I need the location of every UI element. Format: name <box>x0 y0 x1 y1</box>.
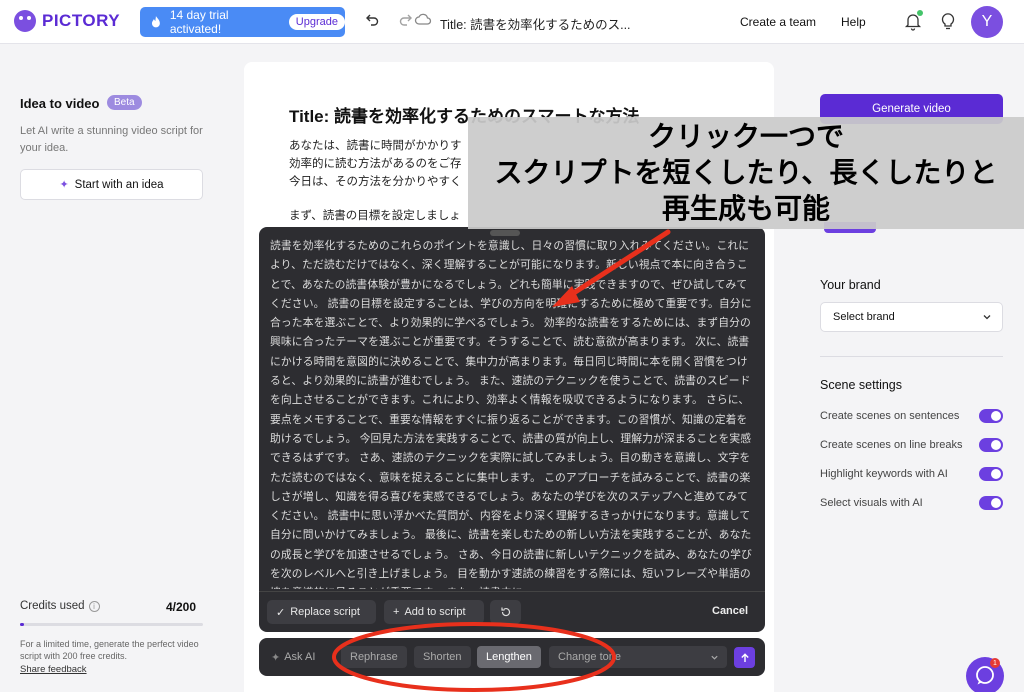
replace-script-button[interactable]: ✓ Replace script <box>267 600 376 624</box>
credits-progress-fill <box>20 623 24 626</box>
lightbulb-icon[interactable] <box>940 11 956 31</box>
annotation-callout: クリック一つで スクリプトを短くしたり、長くしたりと 再生成も可能 <box>468 117 1024 229</box>
sparkle-icon: ✦ <box>271 651 281 664</box>
start-with-idea-button[interactable]: ✦ Start with an idea <box>20 169 203 200</box>
beta-badge: Beta <box>107 95 142 110</box>
sparkle-icon: ✦ <box>59 179 69 191</box>
ask-ai-label: Ask AI <box>284 651 316 663</box>
arrow-up-icon <box>740 652 749 662</box>
undo-icon[interactable] <box>364 12 380 28</box>
divider <box>820 356 1003 357</box>
toggle-row-keywords: Highlight keywords with AI <box>820 465 1003 483</box>
cloud-save-icon <box>414 13 432 25</box>
brand-select-value: Select brand <box>833 311 895 323</box>
generated-script-text: 読書を効率化するためのこれらのポイントを意識し、日々の習慣に取り入れみてください… <box>270 240 752 589</box>
ask-ai-input[interactable]: ✦ Ask AI <box>271 646 315 668</box>
info-icon[interactable]: i <box>88 600 100 612</box>
chevron-down-icon <box>983 315 991 320</box>
toggle-label: Create scenes on sentences <box>820 410 960 422</box>
drag-handle[interactable] <box>490 230 520 236</box>
idea-to-video-title: Idea to video <box>20 96 100 111</box>
rephrase-button[interactable]: Rephrase <box>341 646 407 668</box>
script-paragraph[interactable]: あなたは、読書に時間がかかりす効率的に読む方法があるのをご存今日は、その方法を分… <box>289 137 469 191</box>
octopus-logo-icon <box>14 10 36 32</box>
upgrade-button[interactable]: Upgrade <box>288 14 345 30</box>
notification-dot <box>917 10 923 16</box>
credits-used-label: Credits used i <box>20 600 100 612</box>
ai-result-popup: 読書を効率化するためのこれらのポイントを意識し、日々の習慣に取り入れみてください… <box>259 227 765 632</box>
pictory-logo[interactable]: PICTORY <box>14 10 120 32</box>
scenes-on-sentences-toggle[interactable] <box>979 409 1003 423</box>
ai-action-bar: ✦ Ask AI Rephrase Shorten Lengthen Chang… <box>259 638 765 676</box>
check-icon: ✓ <box>276 606 286 619</box>
share-feedback-link[interactable]: Share feedback <box>20 664 87 675</box>
lengthen-button[interactable]: Lengthen <box>477 646 541 668</box>
highlight-keywords-toggle[interactable] <box>979 467 1003 481</box>
toggle-label: Create scenes on line breaks <box>820 439 963 451</box>
credits-label-text: Credits used <box>20 600 85 612</box>
replace-label: Replace script <box>290 606 360 618</box>
brand-select[interactable]: Select brand <box>820 302 1003 332</box>
toggle-label: Highlight keywords with AI <box>820 468 948 480</box>
send-button[interactable] <box>734 647 755 668</box>
annotation-text: クリック一つで スクリプトを短くしたり、長くしたりと 再生成も可能 <box>468 119 1024 227</box>
create-team-link[interactable]: Create a team <box>740 15 816 29</box>
refresh-icon <box>500 607 510 617</box>
scene-settings-label: Scene settings <box>820 378 902 392</box>
start-button-label: Start with an idea <box>74 178 164 191</box>
shorten-button[interactable]: Shorten <box>414 646 471 668</box>
user-avatar[interactable]: Y <box>971 6 1003 38</box>
fire-icon <box>151 16 160 28</box>
change-tone-select[interactable]: Change tone <box>549 646 727 668</box>
script-paragraph[interactable]: まず、読書の目標を設定しましょ <box>289 207 469 223</box>
chat-badge: 1 <box>990 658 1000 668</box>
trial-banner: 14 day trial activated! Upgrade <box>140 7 345 37</box>
toggle-row-line-breaks: Create scenes on line breaks <box>820 436 1003 454</box>
chevron-down-icon <box>711 655 718 660</box>
top-bar: PICTORY 14 day trial activated! Upgrade … <box>0 0 1024 44</box>
credits-progress-bar <box>20 623 203 626</box>
regenerate-button[interactable] <box>490 600 521 624</box>
cancel-button[interactable]: Cancel <box>712 605 748 617</box>
divider <box>259 591 765 592</box>
annotation-line: スクリプトを短くしたり、長くしたりと <box>494 156 998 189</box>
plus-icon: + <box>393 606 400 618</box>
toggle-row-visuals: Select visuals with AI <box>820 494 1003 512</box>
add-label: Add to script <box>404 606 466 618</box>
add-to-script-button[interactable]: + Add to script <box>384 600 484 624</box>
toggle-row-sentences: Create scenes on sentences <box>820 407 1003 425</box>
change-tone-label: Change tone <box>558 651 621 663</box>
redo-icon[interactable] <box>398 12 414 28</box>
logo-text: PICTORY <box>42 11 121 30</box>
select-visuals-toggle[interactable] <box>979 496 1003 510</box>
annotation-line: クリック一つで <box>647 120 844 153</box>
document-title[interactable]: Title: 読書を効率化するためのス... <box>440 14 631 33</box>
scenes-on-line-breaks-toggle[interactable] <box>979 438 1003 452</box>
your-brand-label: Your brand <box>820 278 881 292</box>
toggle-label: Select visuals with AI <box>820 497 923 509</box>
trial-text: 14 day trial activated! <box>169 8 229 36</box>
idea-description: Let AI write a stunning video script for… <box>20 125 203 154</box>
help-link[interactable]: Help <box>841 15 866 29</box>
credits-note: For a limited time, generate the perfect… <box>20 639 199 661</box>
annotation-line: 再生成も可能 <box>661 192 830 225</box>
credits-value: 4/200 <box>166 600 197 614</box>
